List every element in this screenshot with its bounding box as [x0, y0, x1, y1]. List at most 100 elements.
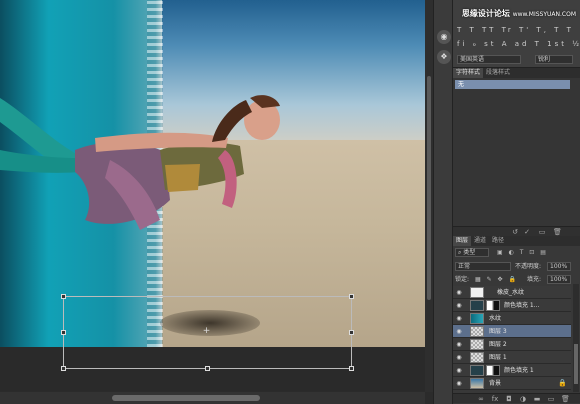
layers-tab-bar: 图层 通道 路径 [453, 236, 580, 246]
layer-mask-thumbnail [486, 365, 500, 376]
layer-name: 水纹 [489, 315, 502, 322]
transform-handle-bottom-left[interactable] [61, 366, 66, 371]
opacity-input[interactable]: 100% [547, 262, 571, 271]
vertical-scrollbar[interactable] [425, 0, 433, 392]
visibility-eye-icon[interactable]: ◉ [455, 289, 463, 296]
layer-name: 橡皮_水纹 [497, 289, 525, 296]
layer-row[interactable]: ◉ 图层 1 [453, 351, 571, 364]
tab-paths[interactable]: 路径 [489, 236, 507, 246]
layer-thumbnail [470, 313, 484, 324]
layer-name: 背景 [489, 380, 502, 387]
layer-thumbnail [470, 352, 484, 363]
layer-row[interactable]: ◉ 颜色填充 1... [453, 299, 571, 312]
new-layer-icon[interactable]: ▭ [547, 395, 555, 403]
lock-label: 锁定: [455, 276, 470, 283]
photoshop-window: + ◉ ❖ 思缘设计论坛 www.MISSYUAN.COM T T TT Tr … [0, 0, 580, 404]
info-panel-icon[interactable]: ◉ [437, 30, 451, 44]
panel-icon-strip: ◉ ❖ [433, 0, 453, 404]
layer-style-icon[interactable]: fx [491, 395, 499, 403]
blend-mode-select[interactable]: 正常 [455, 262, 511, 271]
watermark: 思缘设计论坛 www.MISSYUAN.COM [462, 8, 576, 19]
layer-row[interactable]: ◉ 颜色填充 1 [453, 364, 571, 377]
visibility-eye-icon[interactable]: ◉ [455, 354, 463, 361]
layer-name: 图层 3 [489, 328, 507, 335]
filter-row: ⌕ 类型 ▣ ◐ T ⊡ ▤ [455, 248, 578, 257]
fill-label: 填充: [527, 276, 542, 283]
lock-icon: 🔒 [558, 379, 567, 387]
blend-row: 正常 不透明度: 100% [455, 262, 578, 271]
style-list-item[interactable]: 无 [455, 80, 570, 89]
right-panels: 思缘设计论坛 www.MISSYUAN.COM T T TT Tr T' T, … [453, 0, 580, 404]
lock-icons[interactable]: ▦ ✎ ✥ 🔒 [475, 275, 518, 284]
visibility-eye-icon[interactable]: ◉ [455, 341, 463, 348]
fill-input[interactable]: 100% [547, 275, 571, 284]
language-select[interactable]: 美国英语 [457, 55, 521, 64]
watermark-brand: 思缘设计论坛 [461, 9, 510, 18]
layer-name: 图层 2 [489, 341, 507, 348]
type-style-buttons[interactable]: T T TT Tr T' T, T T [457, 26, 574, 34]
layers-scrollbar[interactable] [573, 284, 579, 392]
visibility-eye-icon[interactable]: ◉ [455, 328, 463, 335]
layers-scroll-thumb[interactable] [574, 344, 578, 384]
transform-handle-bottom[interactable] [205, 366, 210, 371]
visibility-eye-icon[interactable]: ◉ [455, 380, 463, 387]
clear-override-icon[interactable]: ↺ [511, 228, 519, 236]
link-layers-icon[interactable]: ∞ [477, 395, 485, 403]
tab-paragraph-styles[interactable]: 段落样式 [483, 68, 513, 78]
delete-style-icon[interactable]: 🗑 [553, 228, 562, 236]
styles-tab-bar: 字符样式 段落样式 [453, 68, 580, 78]
layer-thumbnail [470, 365, 484, 376]
tab-channels[interactable]: 通道 [471, 236, 489, 246]
redefine-style-icon[interactable]: ✓ [523, 228, 531, 236]
layer-thumbnail [470, 287, 484, 298]
layer-mask-thumbnail [486, 300, 500, 311]
layer-row[interactable]: ◉ 水纹 [453, 312, 571, 325]
tab-character-styles[interactable]: 字符样式 [453, 68, 484, 78]
transform-handle-top-right[interactable] [349, 294, 354, 299]
transform-handle-left[interactable] [61, 330, 66, 335]
layer-row[interactable]: ◉ 橡皮_水纹 [453, 286, 571, 299]
kind-filter-value: 类型 [463, 249, 476, 256]
layer-row[interactable]: ◉ 图层 2 [453, 338, 571, 351]
layer-thumbnail [470, 300, 484, 311]
transform-center-crosshair[interactable]: + [202, 327, 211, 336]
layer-row[interactable]: ◉ 背景 🔒 [453, 377, 571, 390]
layer-name: 颜色填充 1... [504, 302, 540, 309]
antialias-select[interactable]: 锐利 [535, 55, 573, 64]
new-group-icon[interactable]: ▬ [533, 395, 541, 403]
opentype-buttons[interactable]: fi ℴ st A ad T 1st ½ [457, 40, 580, 48]
language-row: 美国英语 锐利 [457, 55, 576, 64]
swimming-woman-image [0, 95, 280, 230]
layer-thumbnail [470, 339, 484, 350]
layer-thumbnail [470, 378, 484, 389]
transform-handle-right[interactable] [349, 330, 354, 335]
visibility-eye-icon[interactable]: ◉ [455, 367, 463, 374]
layers-panel: 图层 通道 路径 ⌕ 类型 ▣ ◐ T ⊡ ▤ 正常 不透明度: 100% 锁定… [453, 236, 580, 404]
transform-handle-bottom-right[interactable] [349, 366, 354, 371]
filter-type-icons[interactable]: ▣ ◐ T ⊡ ▤ [497, 248, 548, 257]
horizontal-scroll-thumb[interactable] [112, 395, 260, 401]
layer-name: 图层 1 [489, 354, 507, 361]
visibility-eye-icon[interactable]: ◉ [455, 315, 463, 322]
styles-footer: ↺ ✓ ▭ 🗑 [453, 226, 580, 236]
lock-row: 锁定: ▦ ✎ ✥ 🔒 填充: 100% [455, 275, 578, 284]
navigator-panel-icon[interactable]: ❖ [437, 50, 451, 64]
add-mask-icon[interactable]: ◘ [505, 395, 513, 403]
kind-filter-select[interactable]: ⌕ 类型 [455, 248, 489, 257]
new-style-icon[interactable]: ▭ [538, 228, 546, 236]
delete-layer-icon[interactable]: 🗑 [561, 395, 570, 403]
layer-row-selected[interactable]: ◉ 图层 3 [453, 325, 571, 338]
layer-thumbnail [470, 326, 484, 337]
opacity-label: 不透明度: [515, 263, 542, 270]
vertical-scroll-thumb[interactable] [427, 76, 431, 300]
layers-footer: ∞ fx ◘ ◑ ▬ ▭ 🗑 [453, 393, 580, 403]
horizontal-scrollbar[interactable] [0, 392, 425, 404]
filter-search-icon: ⌕ [458, 249, 462, 256]
watermark-url: www.MISSYUAN.COM [512, 11, 576, 18]
transform-handle-top-left[interactable] [61, 294, 66, 299]
layer-name: 颜色填充 1 [504, 367, 534, 374]
tab-layers[interactable]: 图层 [453, 236, 472, 246]
visibility-eye-icon[interactable]: ◉ [455, 302, 463, 309]
character-styles-panel: 字符样式 段落样式 无 ↺ ✓ ▭ 🗑 [453, 68, 580, 236]
adjustment-layer-icon[interactable]: ◑ [519, 395, 527, 403]
